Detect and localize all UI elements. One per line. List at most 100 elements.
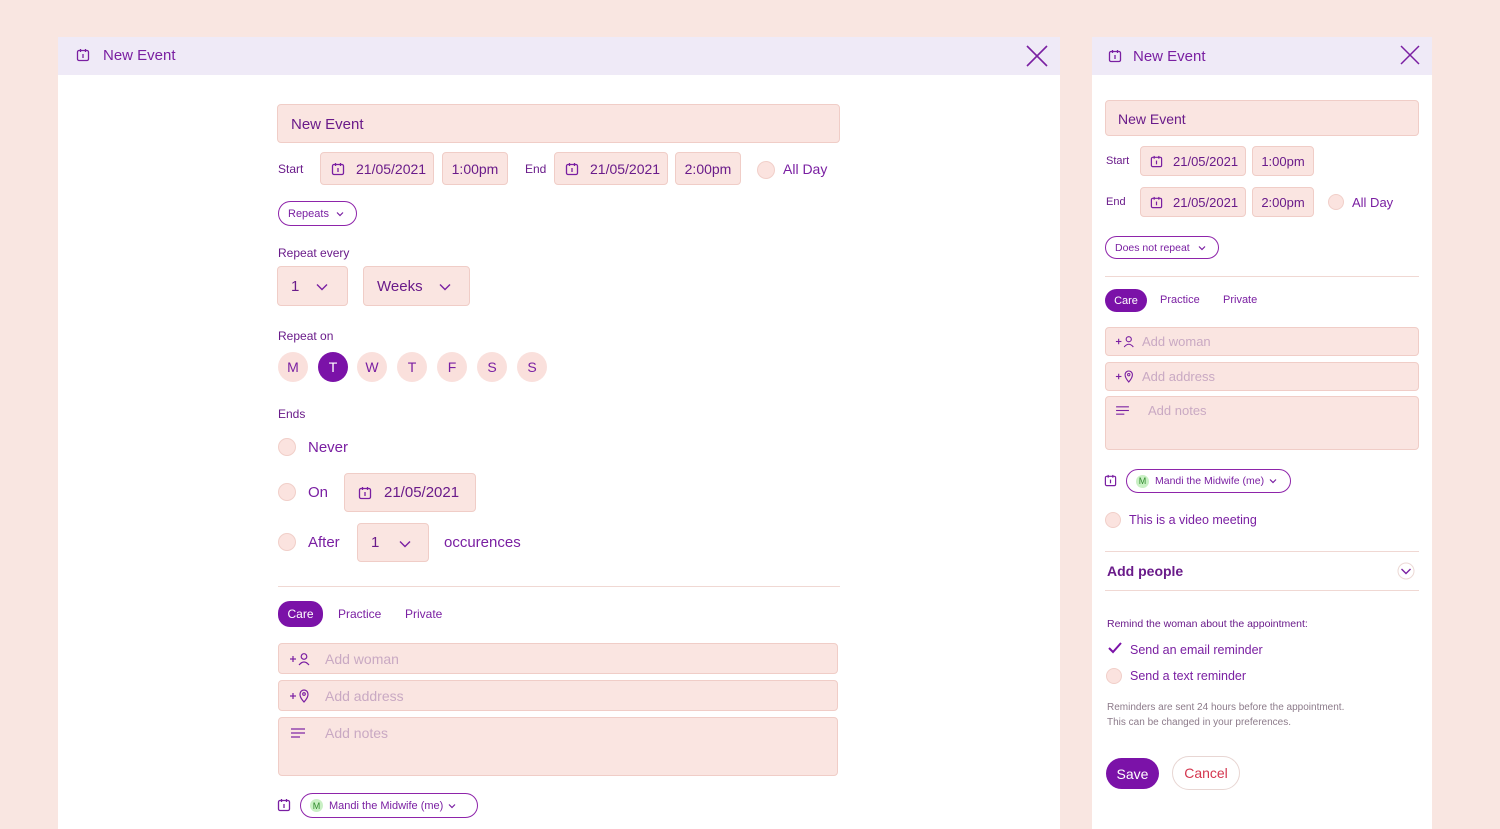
repeat-every-count-value: 1 (291, 277, 300, 295)
chevron-down-icon (448, 802, 456, 810)
chevron-down-circle-icon (1397, 562, 1415, 580)
video-meeting-label: This is a video meeting (1129, 513, 1257, 527)
ends-on-date-field[interactable]: 21/05/2021 (344, 473, 476, 512)
repeat-every-unit-select[interactable]: Weeks (363, 266, 470, 306)
add-address-input[interactable]: Add address (1105, 362, 1419, 391)
ends-never-radio[interactable] (278, 438, 296, 456)
all-day-checkbox[interactable] (757, 161, 775, 179)
start-time-value: 1:00pm (1261, 153, 1305, 169)
event-name-value: New Event (1118, 111, 1186, 127)
notes-icon (291, 727, 305, 739)
day-toggle-sunday[interactable]: S (517, 352, 547, 382)
end-label: End (525, 162, 547, 176)
end-time-field[interactable]: 2:00pm (675, 152, 741, 185)
start-label: Start (278, 162, 304, 176)
dialog-titlebar: New Event (1092, 37, 1432, 75)
day-toggle-thursday[interactable]: T (397, 352, 427, 382)
chevron-down-icon (336, 210, 344, 218)
tab-private[interactable]: Private (1223, 294, 1257, 306)
close-icon[interactable] (1398, 43, 1424, 69)
calendar-icon (565, 162, 579, 176)
tab-practice[interactable]: Practice (338, 607, 381, 621)
dialog-title: New Event (103, 47, 176, 64)
end-time-value: 2:00pm (1261, 194, 1305, 210)
avatar: M (1136, 474, 1149, 488)
day-toggle-wednesday[interactable]: W (357, 352, 387, 382)
chevron-down-icon (315, 280, 329, 294)
add-woman-input[interactable]: Add woman (1105, 327, 1419, 356)
add-notes-placeholder: Add notes (325, 725, 389, 741)
video-meeting-checkbox[interactable] (1105, 512, 1121, 528)
add-woman-input[interactable]: Add woman (278, 643, 838, 674)
start-date-field[interactable]: 21/05/2021 (1140, 146, 1246, 176)
end-date-value: 21/05/2021 (590, 160, 661, 177)
ends-on-radio[interactable] (278, 483, 296, 501)
add-woman-placeholder: Add woman (325, 650, 399, 667)
new-event-dialog-compact: New Event New Event Start 21/05/2021 1:0… (1092, 37, 1432, 829)
ends-never-label: Never (308, 439, 349, 456)
owner-name: Mandi the Midwife (me) (1155, 475, 1265, 487)
dialog-titlebar: New Event (58, 37, 1060, 75)
reminder-note-line-1: Reminders are sent 24 hours before the a… (1107, 702, 1345, 713)
calendar-icon (331, 162, 345, 176)
add-woman-placeholder: Add woman (1142, 334, 1211, 349)
add-notes-placeholder: Add notes (1148, 403, 1207, 418)
add-notes-input[interactable]: Add notes (1105, 396, 1419, 450)
calendar-owner-dropdown[interactable]: M Mandi the Midwife (me) (300, 793, 478, 818)
event-name-input[interactable]: New Event (1105, 100, 1419, 136)
ends-after-count-select[interactable]: 1 (357, 523, 429, 562)
add-person-icon (289, 652, 313, 666)
add-location-icon (1115, 370, 1137, 383)
end-date-field[interactable]: 21/05/2021 (554, 152, 668, 185)
add-address-input[interactable]: Add address (278, 680, 838, 711)
add-notes-input[interactable]: Add notes (278, 717, 838, 776)
section-divider (278, 586, 840, 587)
all-day-label: All Day (1352, 195, 1394, 210)
ends-label: Ends (278, 407, 306, 421)
calendar-owner-dropdown[interactable]: M Mandi the Midwife (me) (1126, 469, 1291, 493)
repeat-dropdown[interactable]: Does not repeat (1105, 236, 1219, 259)
owner-name: Mandi the Midwife (me) (329, 799, 444, 812)
day-toggle-monday[interactable]: M (278, 352, 308, 382)
calendar-icon (358, 486, 372, 500)
day-toggle-friday[interactable]: F (437, 352, 467, 382)
start-date-value: 21/05/2021 (356, 160, 427, 177)
close-icon[interactable] (1024, 43, 1050, 69)
new-event-dialog-large: New Event New Event Start 21/05/2021 1:0… (58, 37, 1060, 829)
chevron-down-icon (398, 537, 412, 551)
end-date-field[interactable]: 21/05/2021 (1140, 187, 1246, 217)
start-time-field[interactable]: 1:00pm (1252, 146, 1314, 176)
add-people-toggle[interactable]: Add people (1105, 552, 1419, 590)
all-day-checkbox[interactable] (1328, 194, 1344, 210)
start-time-value: 1:00pm (451, 160, 499, 177)
ends-after-label: After (308, 534, 340, 551)
tab-practice[interactable]: Practice (1160, 294, 1200, 306)
event-name-value: New Event (291, 116, 364, 133)
cancel-button[interactable]: Cancel (1172, 756, 1240, 790)
event-name-input[interactable]: New Event (277, 104, 840, 143)
day-toggle-saturday[interactable]: S (477, 352, 507, 382)
dialog-title: New Event (1133, 48, 1206, 65)
day-toggle-tuesday[interactable]: T (318, 352, 348, 382)
calendar-icon (1108, 49, 1122, 63)
tab-care[interactable]: Care (1105, 289, 1147, 312)
all-day-label: All Day (783, 161, 828, 177)
tab-private[interactable]: Private (405, 607, 442, 621)
avatar: M (310, 799, 323, 812)
repeat-every-count-select[interactable]: 1 (277, 266, 348, 306)
start-date-field[interactable]: 21/05/2021 (320, 152, 434, 185)
repeat-every-label: Repeat every (278, 246, 350, 260)
repeat-label: Does not repeat (1115, 241, 1190, 254)
start-time-field[interactable]: 1:00pm (442, 152, 508, 185)
repeat-on-label: Repeat on (278, 329, 334, 343)
tab-care[interactable]: Care (278, 601, 323, 627)
end-time-value: 2:00pm (684, 160, 732, 177)
repeats-dropdown[interactable]: Repeats (278, 201, 357, 226)
save-button[interactable]: Save (1106, 758, 1159, 789)
text-reminder-checkbox[interactable] (1106, 668, 1122, 684)
end-time-field[interactable]: 2:00pm (1252, 187, 1314, 217)
ends-after-radio[interactable] (278, 533, 296, 551)
email-reminder-checkbox[interactable] (1107, 641, 1123, 655)
section-divider (1105, 590, 1419, 591)
repeat-every-unit-value: Weeks (377, 277, 423, 295)
